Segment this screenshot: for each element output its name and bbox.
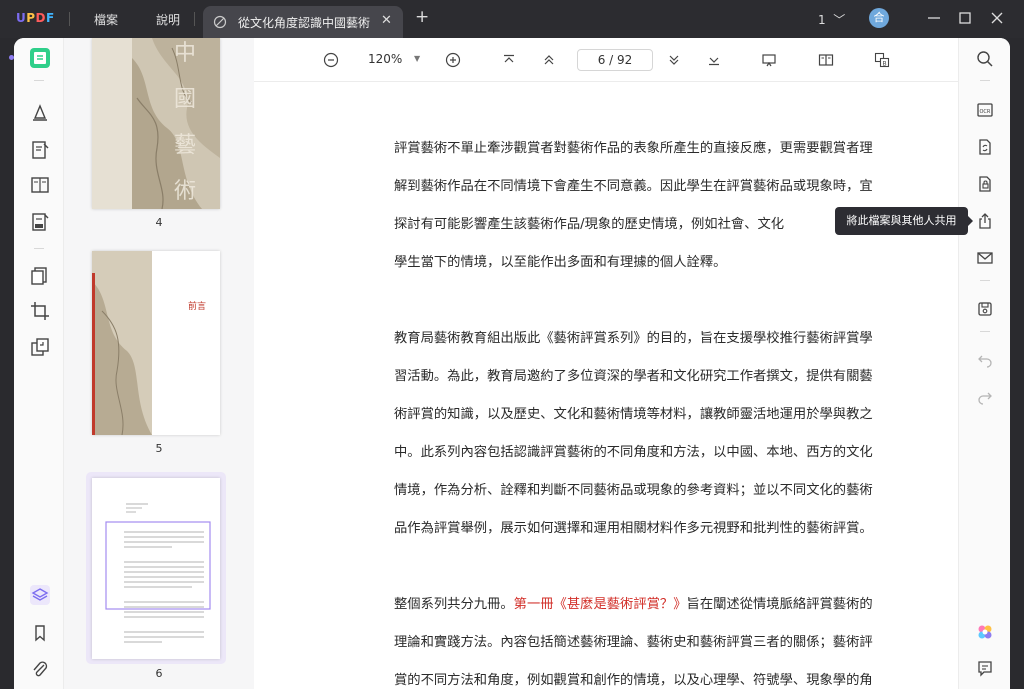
text-page-preview [92,478,220,659]
title-separator [194,12,195,26]
book-title-link: 第一冊《甚麼是藝術評賞？》 [513,597,687,612]
paragraph-line: 品作為評賞舉例，展示如何選擇和運用相關材料作多元視野和批判性的藝術評賞。 [394,521,873,536]
toolbar-divider [34,248,44,249]
menu-file[interactable]: 檔案 [94,11,118,28]
convert-pdf-icon[interactable] [29,336,51,358]
new-tab-icon[interactable]: + [415,9,429,26]
email-icon[interactable] [976,249,994,267]
page-display-icon[interactable] [818,52,834,68]
form-fill-icon[interactable] [29,211,51,233]
search-icon[interactable] [976,50,994,68]
right-toolbar: OCR [958,38,1010,689]
convert-icon[interactable] [976,138,994,156]
save-icon[interactable] [976,300,994,318]
first-page-icon[interactable] [501,52,517,68]
last-page-icon[interactable] [706,52,722,68]
paragraph-line: 教育局藝術教育組出版此《藝術評賞系列》的目的，旨在支援學校推行藝術評賞學 [394,331,873,346]
title-separator [69,12,70,26]
preface-heading: 前言 [188,302,207,312]
ocr-icon[interactable]: OCR [976,101,994,119]
thumbnail-title-char: 中 [174,41,196,66]
reader-mode-icon[interactable] [29,47,51,69]
thumbnail-panel[interactable]: 中 國 藝 術 4 前言 5 6 [64,38,254,689]
bookmark-icon[interactable] [29,622,51,644]
undo-icon[interactable] [976,351,994,369]
document-area: 120% ▼ 6 / 92 B 評賞藝術不單止牽涉觀賞者對藝術作品的表象所產生的… [254,38,958,689]
layers-icon[interactable] [29,584,51,606]
svg-text:術: 術 [174,179,196,204]
share-tooltip: 將此檔案與其他人共用 [835,207,973,235]
left-toolbar [14,38,64,689]
title-bar: UPDF 檔案 說明 從文化角度認識中國藝術 ✕ + 1 ﹀ 合 [0,0,1024,38]
share-icon[interactable] [976,212,994,230]
thumbnail-page-5[interactable]: 前言 [92,251,220,435]
paragraph-line: 習活動。為此，教育局邀約了多位資深的學者和文化研究工作者撰文，提供有關藝 [394,369,873,384]
menu-help[interactable]: 說明 [156,11,180,28]
crop-pages-icon[interactable] [29,300,51,322]
paragraph-line: 解到藝術作品在不同情境下會產生不同意義。因此學生在評賞藝術品或現象時，宜 [394,179,873,194]
paragraph-line: 中。此系列內容包括認識評賞藝術的不同角度和方法，以中國、本地、西方的文化 [394,445,873,460]
thumbnail-page-number: 6 [155,667,163,680]
zoom-in-icon[interactable] [445,52,461,68]
preface-page-image [92,251,220,435]
paragraph-line: 學生當下的情境，以至能作出多面和有理據的個人詮釋。 [394,255,727,270]
app-logo[interactable]: UPDF [16,11,55,25]
avatar[interactable]: 合 [869,8,889,28]
page-layout-icon[interactable] [29,174,51,196]
paragraph-line: 情境，作為分析、詮釋和判斷不同藝術品或現象的參考資料；並以不同文化的藝術 [394,483,873,498]
attachment-icon[interactable] [29,658,51,680]
paragraph-line: 評賞藝術不單止牽涉觀賞者對藝術作品的表象所產生的直接反應，更需要觀賞者理 [394,141,873,156]
thumbnail-page-number: 4 [155,216,163,229]
toolbar-divider [980,280,990,281]
comment-list-icon[interactable] [976,659,994,677]
zoom-dropdown-icon[interactable]: ▼ [414,54,420,63]
pdf-page[interactable]: 評賞藝術不單止牽涉觀賞者對藝術作品的表象所產生的直接反應，更需要觀賞者理 解到藝… [254,82,958,689]
comment-highlight-icon[interactable] [29,101,51,123]
svg-text:藝: 藝 [174,133,196,158]
tab-close-icon[interactable]: ✕ [381,13,392,28]
presentation-icon[interactable] [761,52,777,68]
document-tab-icon [213,15,227,29]
previous-page-icon[interactable] [541,52,557,68]
translate-icon[interactable]: B [874,52,890,68]
next-page-icon[interactable] [666,52,682,68]
thumbnail-page-number: 5 [155,442,163,455]
window-count[interactable]: 1 ﹀ [818,11,845,28]
paragraph-line: 理論和實踐方法。內容包括簡述藝術理論、藝術史和藝術評賞三者的關係；藝術評 [394,635,873,650]
page-number-input[interactable]: 6 / 92 [577,49,653,71]
paragraph-line: 整個系列共分九冊。第一冊《甚麼是藝術評賞？》旨在闡述從情境脈絡評賞藝術的 [394,597,873,612]
redo-icon[interactable] [976,388,994,406]
main-window: 中 國 藝 術 4 前言 5 6 120% ▼ 6 / 92 B 評賞藝術不單止… [14,38,1010,689]
close-window-icon[interactable] [988,9,1006,27]
minimize-icon[interactable] [925,9,943,27]
edit-pdf-icon[interactable] [29,139,51,161]
paragraph-line: 術評賞的知識，以及歷史、文化和藝術情境等材料，讓教師靈活地運用於學與教之 [394,407,873,422]
document-tab[interactable]: 從文化角度認識中國藝術 ✕ [203,6,403,38]
toolbar-divider [34,80,44,81]
thumbnail-page-6[interactable] [92,478,220,659]
toolbar-divider [980,80,990,81]
paragraph-line: 賞的不同方法和角度，例如觀賞和創作的情境，以及心理學、符號學、現象學的角 [394,673,873,688]
toolbar-divider [980,331,990,332]
thumbnail-page-4[interactable]: 中 國 藝 術 [92,38,220,209]
zoom-level[interactable]: 120% [368,52,402,66]
maximize-icon[interactable] [956,9,974,27]
protect-icon[interactable] [976,175,994,193]
svg-text:B: B [883,61,887,68]
organize-pages-icon[interactable] [29,265,51,287]
svg-text:國: 國 [174,87,196,112]
zoom-out-icon[interactable] [323,52,339,68]
document-tab-title: 從文化角度認識中國藝術 [238,16,371,30]
document-toolbar: 120% ▼ 6 / 92 B [254,38,958,82]
svg-text:OCR: OCR [980,109,991,115]
landscape-painting-image: 中 國 藝 術 [92,38,220,209]
ai-assistant-icon[interactable] [976,623,994,641]
